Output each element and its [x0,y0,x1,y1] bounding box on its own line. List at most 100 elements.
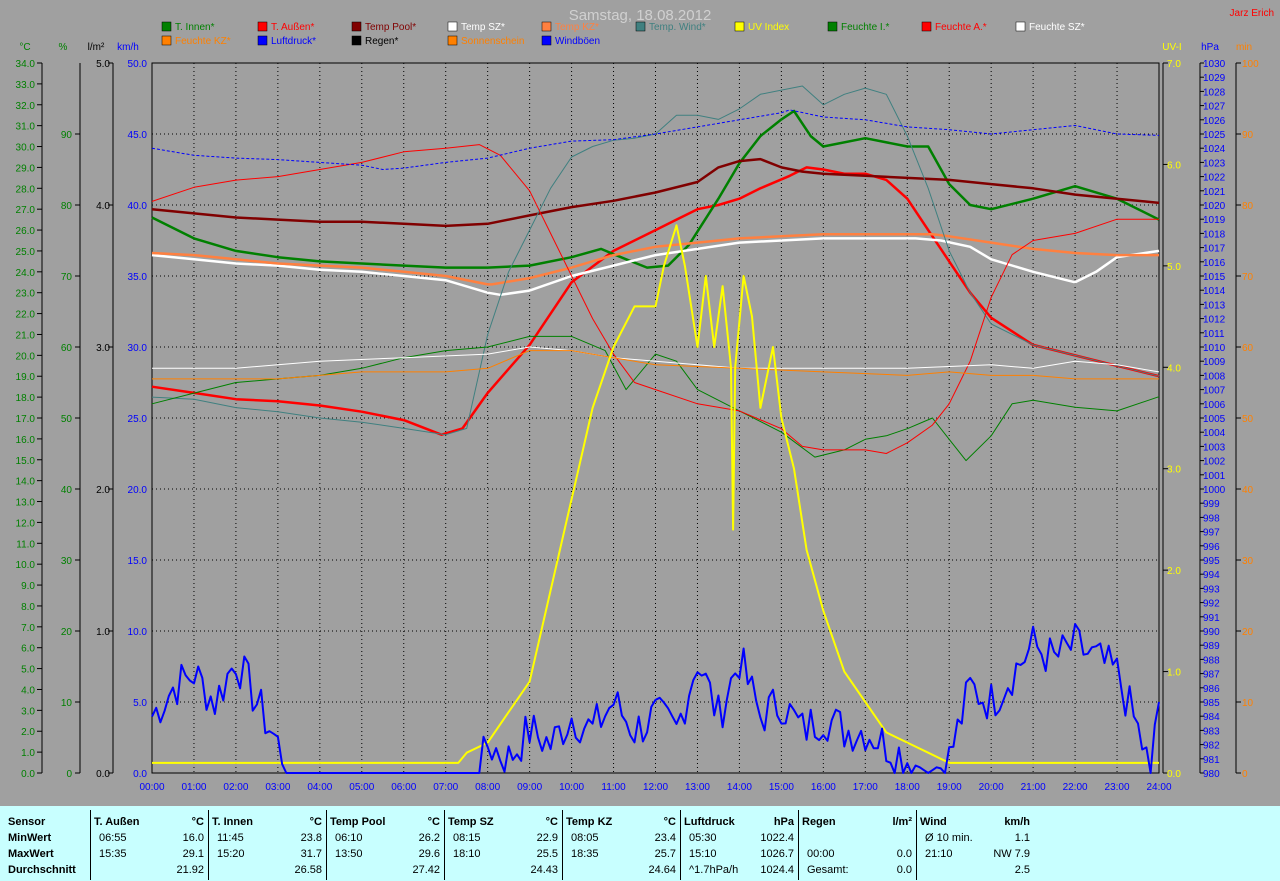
stats-group-title: T. Innen [212,816,253,828]
x-tick-label: 06:00 [391,782,416,793]
celsius-tick-label: 24.0 [16,268,36,279]
stats-value: 22.9 [536,832,558,844]
pressure-tick-label: 986 [1203,684,1220,695]
pressure-tick-label: 999 [1203,499,1220,510]
rain-tick-label: 3.0 [96,343,110,354]
stats-separator [798,810,799,880]
celsius-unit: °C [19,42,30,53]
stats-group-title: Temp SZ [448,816,494,828]
x-tick-label: 00:00 [139,782,164,793]
weather-chart: 00:00 01:00 02:00 03:00 04:00 05:00 06:00 07:00… [0,0,1280,806]
stats-group-unit: °C [663,816,676,828]
legend-swatch [351,21,362,32]
stats-group-unit: °C [309,816,322,828]
pressure-tick-label: 997 [1203,528,1220,539]
x-tick-label: 02:00 [223,782,248,793]
legend-swatch [1015,21,1026,32]
pressure-tick-label: 994 [1203,570,1220,581]
stats-time: 00:00 [807,848,835,860]
pressure-tick-label: 1011 [1203,329,1225,340]
legend-label: Feuchte SZ* [1029,22,1085,33]
pressure-tick-label: 981 [1203,755,1220,766]
stats-group-title: Luftdruck [684,816,735,828]
x-tick-label: 12:00 [643,782,668,793]
x-tick-label: 03:00 [265,782,290,793]
stats-time: 21:10 [925,848,953,860]
x-tick-label: 22:00 [1063,782,1088,793]
minutes-tick-label: 70 [1242,272,1254,283]
celsius-tick-label: 28.0 [16,184,36,195]
stats-group-unit: l/m² [892,816,912,828]
celsius-tick-label: 11.0 [16,539,35,550]
wind-tick-label: 20.0 [128,485,148,496]
celsius-tick-label: 5.0 [21,665,35,676]
stats-group-unit: hPa [773,816,794,828]
celsius-tick-label: 9.0 [21,581,35,592]
stats-value: 24.64 [648,864,676,876]
pressure-tick-label: 1013 [1203,300,1226,311]
wind-tick-label: 35.0 [128,272,148,283]
pressure-tick-label: 987 [1203,670,1220,681]
celsius-tick-label: 7.0 [21,623,35,634]
minutes-tick-label: 100 [1242,59,1259,70]
celsius-tick-label: 32.0 [16,101,36,112]
legend-label: Feuchte A.* [935,22,987,33]
x-tick-label: 17:00 [853,782,878,793]
celsius-tick-label: 34.0 [16,59,36,70]
pressure-tick-label: 1014 [1203,286,1226,297]
pressure-tick-label: 1007 [1203,386,1226,397]
rain-unit: l/m² [88,42,105,53]
legend-swatch [351,35,362,46]
wind-tick-label: 40.0 [128,201,148,212]
celsius-tick-label: 29.0 [16,163,36,174]
legend-label: Temp SZ* [461,22,505,33]
pressure-tick-label: 1019 [1203,215,1226,226]
pressure-tick-label: 1029 [1203,73,1226,84]
pressure-tick-label: 993 [1203,584,1220,595]
legend-label: Feuchte KZ* [175,36,231,47]
pressure-tick-label: 1006 [1203,400,1226,411]
x-tick-label: 10:00 [559,782,584,793]
pressure-tick-label: 1028 [1203,87,1226,98]
x-tick-label: 11:00 [601,782,626,793]
stats-value: 1.1 [1014,832,1030,844]
stats-time: 08:15 [453,832,481,844]
wind-tick-label: 30.0 [128,343,148,354]
stats-value: 1026.7 [760,848,794,860]
stats-time: 08:05 [571,832,599,844]
celsius-tick-label: 17.0 [16,414,36,425]
pressure-tick-label: 1009 [1203,357,1226,368]
x-tick-label: 19:00 [937,782,962,793]
stats-time: 15:20 [217,848,245,860]
pressure-tick-label: 1020 [1203,201,1226,212]
stats-group-title: Temp Pool [330,816,386,828]
pressure-tick-label: 1021 [1203,187,1226,198]
celsius-tick-label: 20.0 [16,351,36,362]
uv-tick-label: 5.0 [1167,262,1181,273]
wind-tick-label: 10.0 [128,627,148,638]
rain-tick-label: 2.0 [96,485,110,496]
minutes-tick-label: 50 [1242,414,1254,425]
percent-tick-label: 80 [61,201,73,212]
pressure-tick-label: 1012 [1203,315,1226,326]
pressure-tick-label: 982 [1203,741,1220,752]
pressure-tick-label: 1024 [1203,144,1226,155]
minutes-tick-label: 80 [1242,201,1254,212]
celsius-tick-label: 1.0 [21,748,35,759]
stats-time: 11:45 [217,832,244,844]
stats-value: 26.58 [294,864,322,876]
x-tick-label: 23:00 [1105,782,1130,793]
x-tick-label: 24:00 [1146,782,1171,793]
uv-tick-label: 7.0 [1167,59,1181,70]
author-label: Jarz Erich [1230,8,1274,19]
pressure-tick-label: 985 [1203,698,1220,709]
pressure-tick-label: 1018 [1203,229,1226,240]
minutes-unit: min [1236,42,1252,53]
pressure-unit: hPa [1201,42,1219,53]
celsius-tick-label: 25.0 [16,247,36,258]
pressure-tick-label: 1027 [1203,102,1226,113]
minutes-tick-label: 60 [1242,343,1254,354]
legend-swatch [257,35,268,46]
minutes-tick-label: 30 [1242,556,1254,567]
wind-tick-label: 0.0 [133,769,147,780]
